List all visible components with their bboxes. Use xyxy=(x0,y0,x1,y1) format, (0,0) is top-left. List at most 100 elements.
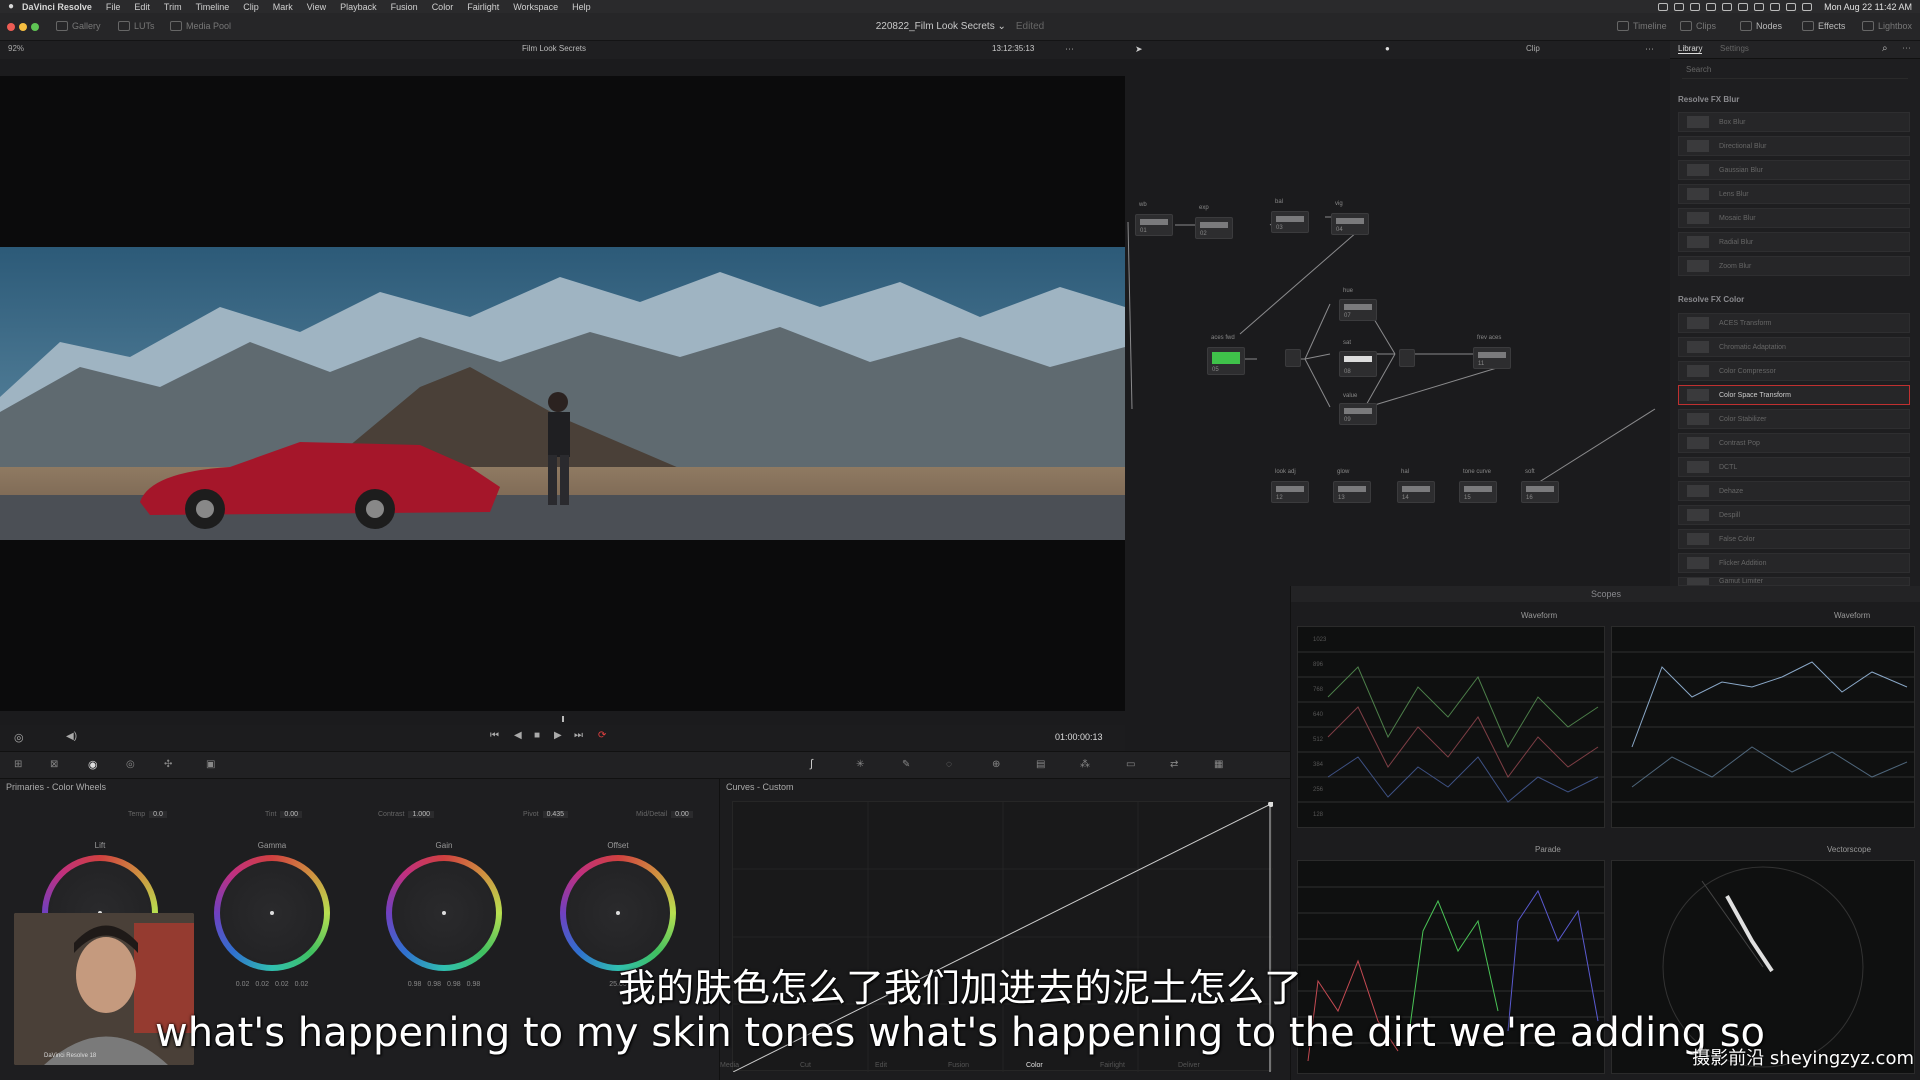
fx-gamut-limiter[interactable]: Gamut Limiter xyxy=(1678,577,1910,586)
app-name-menu[interactable]: DaVinci Resolve xyxy=(22,2,92,12)
pivot-field[interactable]: Pivot 0.435 xyxy=(523,811,569,818)
node-sat[interactable]: 08 xyxy=(1339,351,1377,377)
color-wheels-icon[interactable]: ◉ xyxy=(88,758,98,771)
node-exp[interactable]: 02 xyxy=(1195,217,1233,239)
node-soft[interactable]: 16 xyxy=(1521,481,1559,503)
fx-despill[interactable]: Despill xyxy=(1678,505,1910,525)
page-cut[interactable]: Cut xyxy=(800,1062,811,1069)
curves-icon[interactable]: ∫ xyxy=(810,758,813,770)
fx-color-space-transform[interactable]: Color Space Transform xyxy=(1678,385,1910,405)
fx-zoom-blur[interactable]: Zoom Blur xyxy=(1678,256,1910,276)
mid-detail-field[interactable]: Mid/Detail 0.00 xyxy=(636,811,693,818)
clip-mode-dropdown[interactable]: Clip xyxy=(1526,44,1540,53)
viewer-scrubber[interactable] xyxy=(0,711,1125,725)
go-to-start-icon[interactable]: ⏮ xyxy=(490,730,499,741)
menu-workspace[interactable]: Workspace xyxy=(513,2,558,12)
rgb-mixer-icon[interactable]: ✣ xyxy=(164,759,172,770)
status-icon[interactable] xyxy=(1674,2,1685,11)
node-bal[interactable]: 03 xyxy=(1271,211,1309,233)
node-aces-fwd[interactable]: 05 xyxy=(1207,347,1245,375)
fx-box-blur[interactable]: Box Blur xyxy=(1678,112,1910,132)
stop-icon[interactable]: ■ xyxy=(534,730,540,741)
tracker-icon[interactable]: ⊕ xyxy=(992,759,1000,770)
node-glow[interactable]: 13 xyxy=(1333,481,1371,503)
fx-color-stabilizer[interactable]: Color Stabilizer xyxy=(1678,409,1910,429)
media-pool-button[interactable]: Media Pool xyxy=(170,21,231,31)
menu-playback[interactable]: Playback xyxy=(340,2,377,12)
luts-button[interactable]: LUTs xyxy=(118,21,155,31)
color-match-icon[interactable]: ⊠ xyxy=(50,759,58,770)
sizing-icon[interactable]: ⇄ xyxy=(1170,759,1178,770)
menu-view[interactable]: View xyxy=(307,2,326,12)
color-warper-icon[interactable]: ✳ xyxy=(856,759,864,770)
fx-mosaic-blur[interactable]: Mosaic Blur xyxy=(1678,208,1910,228)
timeline-name[interactable]: Film Look Secrets xyxy=(522,44,586,53)
page-deliver[interactable]: Deliver xyxy=(1178,1062,1200,1069)
fx-aces-transform[interactable]: ACES Transform xyxy=(1678,313,1910,333)
status-icon[interactable] xyxy=(1690,2,1701,11)
tab-library[interactable]: Library xyxy=(1678,44,1703,54)
source-timecode[interactable]: 13:12:35:13 xyxy=(992,44,1034,53)
camera-raw-icon[interactable]: ⊞ xyxy=(14,759,22,770)
zoom-dropdown[interactable]: 92% xyxy=(8,44,24,53)
qualifier-icon[interactable]: ✎ xyxy=(902,759,910,770)
hdr-wheels-icon[interactable]: ◎ xyxy=(126,759,135,770)
page-fairlight[interactable]: Fairlight xyxy=(1100,1062,1125,1069)
lightbox-button[interactable]: Lightbox xyxy=(1862,21,1912,31)
close-window-icon[interactable] xyxy=(7,23,15,31)
magic-mask-icon[interactable]: ▤ xyxy=(1036,759,1045,770)
blur-icon[interactable]: ⁂ xyxy=(1080,759,1090,770)
play-icon[interactable]: ▶ xyxy=(554,730,562,741)
tab-settings[interactable]: Settings xyxy=(1720,44,1749,53)
node-wb[interactable]: 01 xyxy=(1135,214,1173,236)
node-options-icon[interactable]: ⋯ xyxy=(1645,44,1654,55)
section-resolve-fx-blur[interactable]: Resolve FX Blur xyxy=(1678,95,1739,104)
scope-type-dropdown-bottom-left[interactable]: Parade xyxy=(1535,845,1561,854)
library-search-input[interactable]: Search xyxy=(1682,65,1908,79)
minimize-window-icon[interactable] xyxy=(19,23,27,31)
section-resolve-fx-color[interactable]: Resolve FX Color xyxy=(1678,295,1744,304)
node-frev-aces[interactable]: 11 xyxy=(1473,347,1511,369)
motion-effects-icon[interactable]: ▣ xyxy=(206,759,215,770)
gallery-button[interactable]: Gallery xyxy=(56,21,101,31)
offset-wheel[interactable] xyxy=(560,855,676,971)
scope-type-dropdown-bottom-right[interactable]: Vectorscope xyxy=(1827,845,1871,854)
volume-icon[interactable]: ◀) xyxy=(66,731,77,742)
node-value[interactable]: 09 xyxy=(1339,403,1377,425)
menu-trim[interactable]: Trim xyxy=(164,2,182,12)
fx-false-color[interactable]: False Color xyxy=(1678,529,1910,549)
fx-directional-blur[interactable]: Directional Blur xyxy=(1678,136,1910,156)
fx-chromatic-adaptation[interactable]: Chromatic Adaptation xyxy=(1678,337,1910,357)
menu-mark[interactable]: Mark xyxy=(273,2,293,12)
apple-icon[interactable]: ● xyxy=(0,1,22,12)
scope-type-dropdown-top-right[interactable]: Waveform xyxy=(1834,611,1870,620)
page-color[interactable]: Color xyxy=(1026,1062,1043,1069)
node-editor[interactable]: wb 01 exp 02 bal 03 vig 04 aces fwd 05 h… xyxy=(1125,59,1670,586)
status-icon[interactable] xyxy=(1706,2,1717,11)
maximize-window-icon[interactable] xyxy=(31,23,39,31)
more-options-icon[interactable]: ⋯ xyxy=(1065,44,1074,55)
status-icon[interactable] xyxy=(1770,2,1781,11)
status-icon[interactable] xyxy=(1738,2,1749,11)
play-reverse-icon[interactable]: ◀ xyxy=(514,730,522,741)
menu-clip[interactable]: Clip xyxy=(243,2,259,12)
project-title[interactable]: 220822_Film Look Secrets ⌄ Edited xyxy=(760,21,1160,32)
fx-flicker-addition[interactable]: Flicker Addition xyxy=(1678,553,1910,573)
viewer-mode-icon[interactable]: ◎ xyxy=(14,731,24,744)
fx-dehaze[interactable]: Dehaze xyxy=(1678,481,1910,501)
menubar-clock[interactable]: Mon Aug 22 11:42 AM xyxy=(1824,2,1912,12)
node-tone-curve[interactable]: 15 xyxy=(1459,481,1497,503)
record-timecode[interactable]: 01:00:00:13 xyxy=(1055,732,1103,742)
fx-contrast-pop[interactable]: Contrast Pop xyxy=(1678,433,1910,453)
playhead[interactable] xyxy=(562,716,564,722)
node-hue[interactable]: 07 xyxy=(1339,299,1377,321)
temp-field[interactable]: Temp 0.0 xyxy=(128,811,167,818)
effects-button[interactable]: Effects xyxy=(1802,21,1845,31)
status-icon[interactable] xyxy=(1722,2,1733,11)
3d-icon[interactable]: ▦ xyxy=(1214,759,1223,770)
video-viewer[interactable] xyxy=(0,76,1125,711)
menu-file[interactable]: File xyxy=(106,2,121,12)
page-edit[interactable]: Edit xyxy=(875,1062,887,1069)
fx-lens-blur[interactable]: Lens Blur xyxy=(1678,184,1910,204)
wifi-icon[interactable] xyxy=(1786,2,1797,11)
